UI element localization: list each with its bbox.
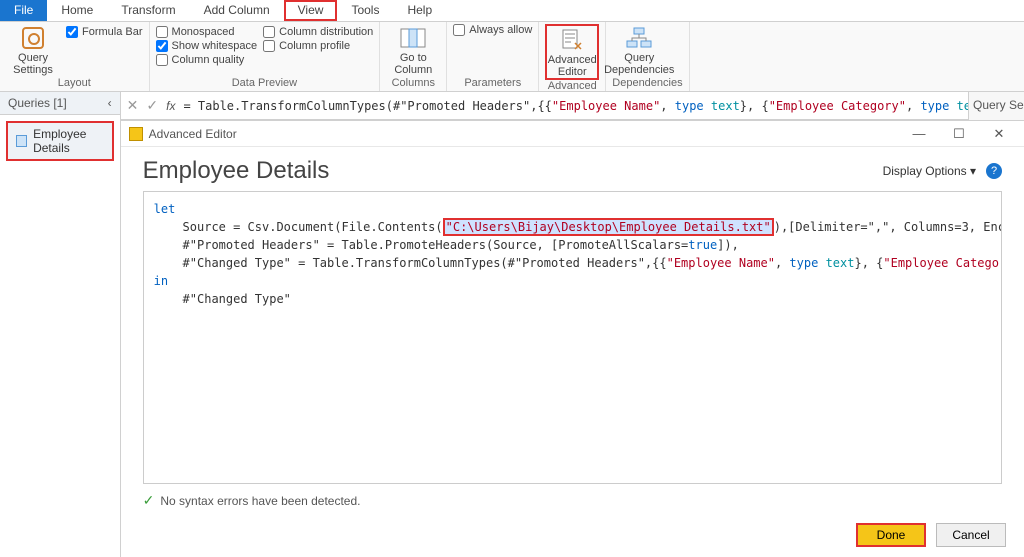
- chevron-left-icon[interactable]: ‹: [108, 96, 112, 110]
- menu-transform[interactable]: Transform: [107, 0, 189, 21]
- maximize-button[interactable]: ☐: [942, 126, 976, 142]
- editor-heading: Employee Details: [143, 157, 330, 185]
- minimize-button[interactable]: —: [902, 126, 936, 141]
- editor-title-text: Advanced Editor: [149, 127, 896, 141]
- advanced-editor-icon: [561, 29, 583, 51]
- ribbon-group-parameters: Always allow Parameters: [447, 22, 539, 91]
- menu-help[interactable]: Help: [393, 0, 446, 21]
- power-query-icon: [129, 127, 143, 141]
- query-dependencies-button[interactable]: Query Dependencies: [612, 24, 666, 76]
- editor-titlebar: Advanced Editor — ☐ ✕: [121, 121, 1024, 147]
- menu-file[interactable]: File: [0, 0, 47, 21]
- query-settings-panel[interactable]: Query Se: [968, 92, 1024, 120]
- help-button[interactable]: ?: [986, 163, 1002, 179]
- ribbon-group-columns: Go to Column Columns: [380, 22, 447, 91]
- ribbon: Query Settings Formula Bar Layout Monosp…: [0, 22, 1024, 92]
- ribbon-group-dependencies: Query Dependencies Dependencies: [606, 22, 689, 91]
- done-button[interactable]: Done: [856, 523, 926, 547]
- check-icon: ✓: [143, 492, 155, 509]
- advanced-editor-button[interactable]: Advanced Editor: [545, 24, 599, 80]
- queries-pane: Queries [1] ‹ Employee Details: [0, 92, 121, 557]
- code-editor[interactable]: let Source = Csv.Document(File.Contents(…: [143, 191, 1002, 484]
- ribbon-group-label: Dependencies: [612, 77, 682, 91]
- dependencies-icon: [626, 27, 652, 49]
- main-area: ✕ ✓ fx = Table.TransformColumnTypes(#"Pr…: [121, 92, 1024, 557]
- menubar: File Home Transform Add Column View Tool…: [0, 0, 1024, 22]
- ribbon-group-label: Layout: [6, 77, 143, 91]
- syntax-status: ✓ No syntax errors have been detected.: [121, 484, 1024, 517]
- goto-column-button[interactable]: Go to Column: [386, 24, 440, 76]
- formula-text[interactable]: = Table.TransformColumnTypes(#"Promoted …: [183, 99, 999, 113]
- fx-icon: fx: [166, 99, 175, 113]
- editor-buttons: Done Cancel: [121, 517, 1024, 557]
- queries-header[interactable]: Queries [1] ‹: [0, 92, 120, 115]
- always-allow-checkbox[interactable]: Always allow: [453, 24, 532, 36]
- cancel-button[interactable]: Cancel: [936, 523, 1006, 547]
- query-settings-button[interactable]: Query Settings: [6, 24, 60, 76]
- monospaced-checkbox[interactable]: Monospaced: [156, 26, 258, 38]
- menu-add-column[interactable]: Add Column: [190, 0, 284, 21]
- advanced-editor-window: Advanced Editor — ☐ ✕ Employee Details D…: [121, 120, 1024, 557]
- ribbon-group-label: Columns: [386, 77, 440, 91]
- query-item-label: Employee Details: [33, 127, 104, 155]
- menu-home[interactable]: Home: [47, 0, 107, 21]
- content-area: Queries [1] ‹ Employee Details ✕ ✓ fx = …: [0, 92, 1024, 557]
- editor-header: Employee Details Display Options ▾ ?: [121, 147, 1024, 191]
- formula-commit-button[interactable]: ✓: [146, 97, 158, 114]
- column-distribution-checkbox[interactable]: Column distribution: [263, 26, 373, 38]
- column-profile-checkbox[interactable]: Column profile: [263, 40, 373, 52]
- ribbon-group-data-preview: Monospaced Show whitespace Column qualit…: [150, 22, 381, 91]
- menu-view[interactable]: View: [284, 0, 338, 21]
- ribbon-group-layout: Query Settings Formula Bar Layout: [0, 22, 150, 91]
- gear-icon: [22, 27, 44, 49]
- formula-bar: ✕ ✓ fx = Table.TransformColumnTypes(#"Pr…: [121, 92, 1024, 120]
- query-item-employee-details[interactable]: Employee Details: [6, 121, 114, 161]
- ribbon-group-label: Parameters: [453, 77, 532, 91]
- formula-bar-checkbox[interactable]: Formula Bar: [66, 26, 143, 38]
- formula-cancel-button[interactable]: ✕: [127, 97, 139, 114]
- ribbon-group-label: Data Preview: [156, 77, 374, 91]
- column-quality-checkbox[interactable]: Column quality: [156, 54, 258, 66]
- menu-tools[interactable]: Tools: [337, 0, 393, 21]
- close-button[interactable]: ✕: [982, 126, 1016, 142]
- table-icon: [16, 135, 27, 147]
- ribbon-group-advanced: Advanced Editor Advanced: [539, 22, 606, 91]
- syntax-status-text: No syntax errors have been detected.: [160, 494, 360, 508]
- show-whitespace-checkbox[interactable]: Show whitespace: [156, 40, 258, 52]
- goto-column-icon: [400, 28, 426, 48]
- queries-header-text: Queries [1]: [8, 96, 67, 110]
- display-options-dropdown[interactable]: Display Options ▾: [883, 164, 976, 178]
